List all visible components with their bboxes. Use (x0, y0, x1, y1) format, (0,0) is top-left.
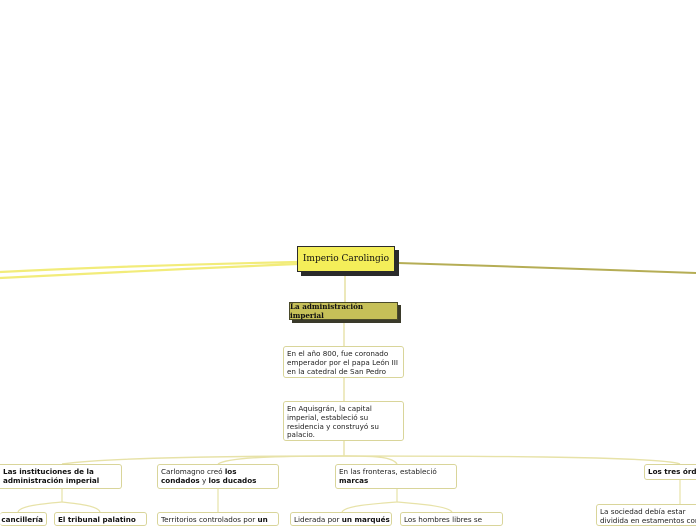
leaf-territorios[interactable]: Territorios controlados por un (157, 512, 279, 526)
branch-instituciones[interactable]: Las instituciones de la administración i… (0, 464, 122, 489)
branch-condados-bold2: los ducados (208, 475, 257, 485)
branch-marcas-pre: En las fronteras, estableció (339, 467, 437, 476)
subtopic-aquisgran[interactable]: En Aquisgrán, la capital imperial, estab… (283, 401, 404, 441)
leaf-tribunal-palatino[interactable]: El tribunal palatino (54, 512, 147, 526)
leaf-sociedad-text: La sociedad debía estar dividida en esta… (600, 507, 696, 525)
subtopic-aquisgran-text: En Aquisgrán, la capital imperial, estab… (287, 404, 379, 440)
branch-marcas-bold: marcas (339, 475, 369, 485)
leaf-cancilleria[interactable]: La cancillería (0, 512, 47, 526)
main-topic-administracion[interactable]: La administración imperial (289, 302, 398, 320)
central-topic[interactable]: Imperio Carolingio (297, 246, 395, 272)
subtopic-coronacion-text: En el año 800, fue coronado emperador po… (287, 349, 398, 376)
central-topic-label: Imperio Carolingio (302, 254, 390, 264)
leaf-marques[interactable]: Liderada por un marqués (290, 512, 392, 526)
branch-marcas[interactable]: En las fronteras, estableció marcas (335, 464, 457, 489)
branch-tres-ordenes-text: Los tres órdenes (648, 467, 696, 476)
branch-tres-ordenes[interactable]: Los tres órdenes (644, 464, 696, 480)
branch-condados[interactable]: Carlomagno creó los condados y los ducad… (157, 464, 279, 489)
leaf-sociedad[interactable]: La sociedad debía estar dividida en esta… (596, 504, 696, 526)
branch-instituciones-text: Las instituciones de la administración i… (3, 467, 100, 485)
main-topic-label: La administración imperial (290, 302, 364, 320)
subtopic-coronacion[interactable]: En el año 800, fue coronado emperador po… (283, 346, 404, 378)
branch-condados-mid: y (199, 475, 209, 485)
leaf-hombres-libres[interactable]: Los hombres libres se (400, 512, 503, 526)
branch-condados-pre: Carlomagno creó (161, 467, 225, 476)
